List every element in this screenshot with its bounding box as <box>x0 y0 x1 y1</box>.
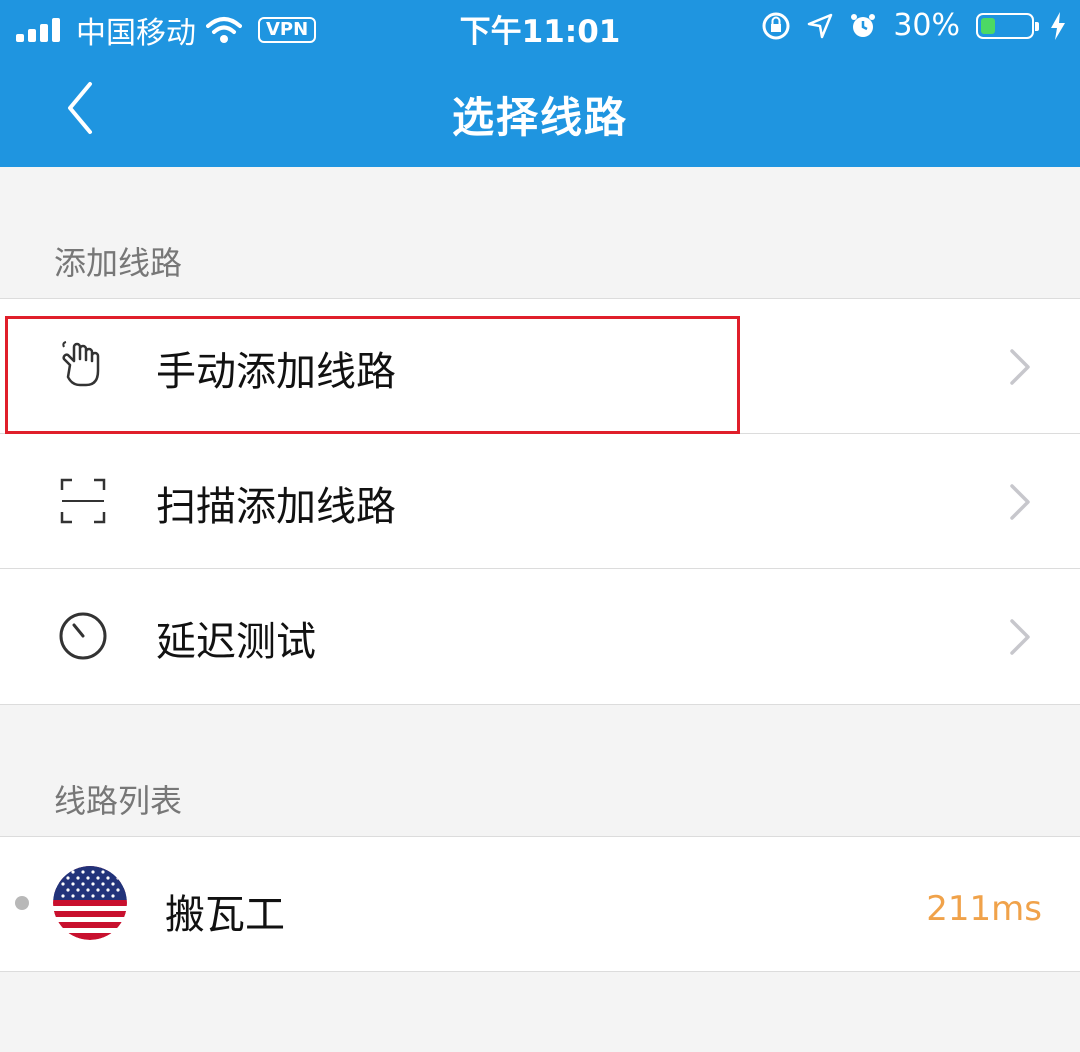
status-dot <box>15 896 29 910</box>
server-name: 搬瓦工 <box>165 892 285 938</box>
manual-add-label: 手动添加线路 <box>156 349 396 395</box>
battery-level <box>981 17 995 34</box>
add-route-group: 手动添加线路 扫描添加线路 延迟测试 <box>0 298 1080 705</box>
hand-tap-icon <box>62 341 100 387</box>
status-bar-right: 30% <box>761 8 1066 43</box>
section-header-add: 添加线路 <box>54 244 183 282</box>
battery-icon <box>976 12 1039 39</box>
nav-bar: 选择线路 <box>0 56 1080 167</box>
latency-test-label: 延迟测试 <box>156 619 316 665</box>
scan-add-row[interactable]: 扫描添加线路 <box>0 434 1080 569</box>
battery-percent: 30% <box>893 8 960 43</box>
server-row[interactable]: 搬瓦工 211ms <box>0 837 1080 971</box>
rotation-lock-icon <box>762 12 790 39</box>
manual-add-row[interactable]: 手动添加线路 <box>0 299 1080 434</box>
server-list: 搬瓦工 211ms <box>0 836 1080 972</box>
chevron-right-icon <box>1010 619 1030 655</box>
scan-add-label: 扫描添加线路 <box>156 484 396 530</box>
server-latency: 211ms <box>926 889 1042 929</box>
timer-icon <box>59 612 107 660</box>
us-flag-icon <box>53 866 127 940</box>
chevron-right-icon <box>1010 349 1030 385</box>
charging-bolt-icon <box>1051 11 1065 40</box>
location-arrow-icon <box>808 13 833 38</box>
section-header-list: 线路列表 <box>54 782 183 820</box>
latency-test-row[interactable]: 延迟测试 <box>0 569 1080 704</box>
status-bar: 中国移动 VPN 下午11:01 30% <box>0 0 1080 56</box>
chevron-right-icon <box>1010 484 1030 520</box>
page-title: 选择线路 <box>451 93 628 142</box>
header: 中国移动 VPN 下午11:01 30% 选择线路 <box>0 0 1080 167</box>
scan-frame-icon <box>60 478 106 524</box>
alarm-icon <box>851 13 876 37</box>
